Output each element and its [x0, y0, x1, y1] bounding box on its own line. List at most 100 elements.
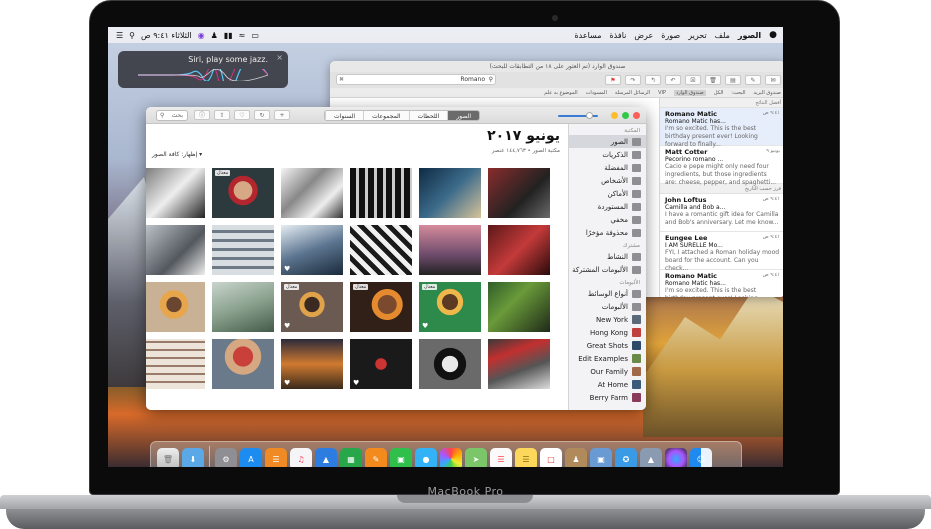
keynote-icon[interactable]: ▲: [315, 448, 337, 467]
photo-thumb[interactable]: معدل ♥: [281, 282, 343, 332]
photo-thumb[interactable]: ♥: [281, 225, 343, 275]
minimize-button[interactable]: [611, 112, 618, 119]
photo-thumb[interactable]: [146, 225, 205, 275]
calendar-icon[interactable]: □: [540, 448, 562, 467]
list-item[interactable]: ٩:٤١ ص John Loftus Camilla and Bob a... …: [660, 194, 783, 232]
info-icon[interactable]: ⓘ: [194, 110, 210, 120]
safari-icon[interactable]: ✪: [615, 448, 637, 467]
compose-button[interactable]: ✎: [745, 75, 761, 85]
menu-clock[interactable]: الثلاثاء ٩:٤١ ص: [141, 31, 192, 40]
fav-all[interactable]: الكل: [714, 90, 723, 96]
zoom-button[interactable]: [622, 112, 629, 119]
archive-button[interactable]: ▤: [725, 75, 741, 85]
siri-app-icon[interactable]: [665, 448, 687, 467]
sidebar-item-media-types[interactable]: أنواع الوسائط: [569, 287, 646, 300]
books-icon[interactable]: ☰: [265, 448, 287, 467]
facetime-icon[interactable]: ▣: [390, 448, 412, 467]
close-icon[interactable]: ×: [276, 53, 283, 62]
numbers-icon[interactable]: ▦: [340, 448, 362, 467]
sidebar-item-photos[interactable]: الصور: [569, 135, 646, 148]
messages-icon[interactable]: ●: [415, 448, 437, 467]
photo-thumb[interactable]: [212, 225, 274, 275]
sidebar-item-great-shots[interactable]: Great Shots: [569, 339, 646, 352]
mail-search-input[interactable]: Romano ⚲ ✖: [336, 74, 496, 85]
photo-thumb[interactable]: [350, 168, 412, 218]
photo-thumb[interactable]: [419, 168, 481, 218]
zoom-slider-knob[interactable]: [586, 112, 593, 119]
list-item[interactable]: ٩:٤١ ص Romano Matic Romano Matic has... …: [660, 270, 783, 297]
app-store-icon[interactable]: A: [240, 448, 262, 467]
fav-vip[interactable]: VIP: [658, 90, 666, 96]
wifi-icon[interactable]: ≈: [239, 31, 246, 40]
message-list[interactable]: أفضل النتائج ٩:٤١ ص Romano Matic Romano …: [659, 98, 783, 297]
sidebar-item-places[interactable]: الأماكن: [569, 187, 646, 200]
finder-icon[interactable]: ☺: [690, 448, 712, 467]
photo-thumb[interactable]: [419, 339, 481, 389]
spotlight-icon[interactable]: ⚲: [129, 31, 135, 40]
notes-icon[interactable]: ☰: [515, 448, 537, 467]
sidebar-item-shared-albums[interactable]: الألبومات المشتركة: [569, 263, 646, 276]
delete-button[interactable]: 🗑: [705, 75, 721, 85]
reply-all-button[interactable]: ↰: [645, 75, 661, 85]
photo-thumb[interactable]: [281, 168, 343, 218]
clear-search-icon[interactable]: ✖: [339, 75, 344, 85]
flag-button[interactable]: ⚑: [605, 75, 621, 85]
photos-app-icon[interactable]: [440, 448, 462, 467]
trash-icon[interactable]: 🗑: [157, 448, 179, 467]
siri-window[interactable]: × Siri, play some jazz.: [118, 51, 288, 88]
menu-image[interactable]: صورة: [661, 31, 680, 40]
sidebar-item-activity[interactable]: النشاط: [569, 250, 646, 263]
photo-thumb[interactable]: [146, 282, 205, 332]
downloads-folder-icon[interactable]: ⬇: [182, 448, 204, 467]
list-item[interactable]: ٩:٤١ ص Romano Matic Romano Matic has... …: [660, 108, 783, 148]
user-icon[interactable]: ♟: [211, 31, 218, 40]
photo-thumb[interactable]: ♥: [350, 339, 412, 389]
sidebar-item-deleted[interactable]: محذوفة مؤخرًا: [569, 226, 646, 239]
photo-thumb[interactable]: معدل: [212, 168, 274, 218]
music-icon[interactable]: ♫: [290, 448, 312, 467]
tab-collections[interactable]: المجموعات: [363, 111, 409, 120]
sidebar-item-hong-kong[interactable]: Hong Kong: [569, 326, 646, 339]
sidebar-item-hidden[interactable]: مخفي: [569, 213, 646, 226]
sidebar-item-our-family[interactable]: Our Family: [569, 365, 646, 378]
forward-button[interactable]: ↷: [625, 75, 641, 85]
sidebar-item-berry-farm[interactable]: Berry Farm: [569, 391, 646, 404]
photo-thumb[interactable]: [488, 282, 550, 332]
share-icon[interactable]: ⇧: [214, 110, 230, 120]
close-button[interactable]: [633, 112, 640, 119]
sidebar-item-memories[interactable]: الذكريات: [569, 148, 646, 161]
menu-file[interactable]: ملف: [715, 31, 730, 40]
heart-icon[interactable]: ♡: [234, 110, 250, 120]
airplay-icon[interactable]: ▭: [251, 31, 259, 40]
tab-photos[interactable]: الصور: [447, 111, 480, 120]
menu-view[interactable]: عرض: [634, 31, 653, 40]
fav-inbox[interactable]: صندوق الوارد: [674, 89, 706, 96]
show-filter[interactable]: ▾ إظهار: كافة الصور: [152, 151, 202, 158]
list-item[interactable]: يونيو ٩ Matt Cotter Pecorino romano ... …: [660, 146, 783, 186]
add-icon[interactable]: +: [274, 110, 290, 120]
fav-flagged[interactable]: الموضوع به علم: [544, 90, 577, 96]
photo-thumb[interactable]: ♥: [281, 339, 343, 389]
menu-help[interactable]: مساعدة: [574, 31, 601, 40]
photo-thumb[interactable]: معدل ♥: [419, 282, 481, 332]
menu-app[interactable]: الصور: [738, 31, 761, 40]
system-preferences-icon[interactable]: ⚙: [215, 448, 237, 467]
photo-thumb[interactable]: [419, 225, 481, 275]
preview-icon[interactable]: ▣: [590, 448, 612, 467]
sidebar-item-people[interactable]: الأشخاص: [569, 174, 646, 187]
battery-icon[interactable]: ▮▮: [224, 31, 233, 40]
junk-button[interactable]: ☒: [685, 75, 701, 85]
menu-window[interactable]: نافذة: [609, 31, 626, 40]
sidebar-item-edit-examples[interactable]: Edit Examples: [569, 352, 646, 365]
fav-sent[interactable]: الرسائل المرسلة: [615, 90, 650, 96]
sidebar-item-favorites[interactable]: المفضلة: [569, 161, 646, 174]
get-mail-button[interactable]: ✉: [765, 75, 781, 85]
photo-thumb[interactable]: [146, 168, 205, 218]
siri-menu-icon[interactable]: ◉: [198, 31, 205, 40]
menu-edit[interactable]: تحرير: [688, 31, 706, 40]
list-item[interactable]: ٩:٤١ ص Eungee Lee I AM SURELLE Mo... FYI…: [660, 232, 783, 272]
sidebar-item-new-york[interactable]: New York: [569, 313, 646, 326]
photo-thumb[interactable]: [488, 225, 550, 275]
rotate-icon[interactable]: ↻: [254, 110, 270, 120]
sidebar-item-at-home[interactable]: At Home: [569, 378, 646, 391]
